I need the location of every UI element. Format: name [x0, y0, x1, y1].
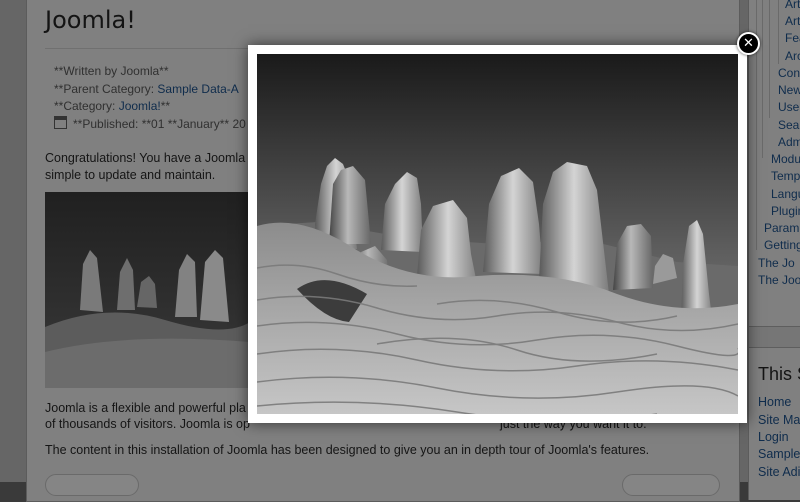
- menu-tree-line: [762, 0, 763, 158]
- body-paragraph-line-1: Joomla is a flexible and powerful pla: [45, 401, 246, 415]
- sidebar-menu-item[interactable]: Fea: [785, 31, 800, 45]
- module-link-site-map[interactable]: Site Ma: [758, 413, 800, 427]
- sidebar-menu-item[interactable]: Param: [764, 221, 799, 235]
- sidebar-menu-item[interactable]: Modu: [771, 152, 800, 166]
- sidebar-menu-item[interactable]: New: [778, 83, 800, 97]
- next-article-button[interactable]: [622, 474, 720, 496]
- sidebar-menu-item[interactable]: Plugin: [771, 204, 800, 218]
- menu-tree-line: [778, 0, 779, 64]
- sidebar-menu-item[interactable]: Adm: [778, 135, 800, 149]
- module-title: This S: [758, 364, 800, 384]
- close-icon[interactable]: ✕: [737, 32, 760, 55]
- previous-article-button[interactable]: [45, 474, 139, 496]
- body-paragraph-line-2: of thousands of visitors. Joomla is op: [45, 417, 250, 431]
- pinnacles-photo: [257, 54, 738, 414]
- menu-tree-line: [769, 0, 770, 118]
- module-link-login[interactable]: Login: [758, 430, 789, 444]
- sidebar-menu-item[interactable]: Sea: [778, 118, 799, 132]
- sidebar-menu-item[interactable]: Art: [785, 0, 800, 11]
- sidebar-menu-item[interactable]: The Joo: [758, 273, 800, 287]
- sidebar-menu-item[interactable]: Temp: [771, 169, 800, 183]
- module-separator: [749, 326, 800, 348]
- module-link-home[interactable]: Home: [758, 395, 791, 409]
- module-link-sample[interactable]: Sample: [758, 447, 800, 461]
- sidebar-menu-item[interactable]: Arc: [785, 49, 800, 63]
- sidebar-menu-item[interactable]: The Jo: [758, 256, 795, 270]
- sidebar-menu-item[interactable]: Con: [778, 66, 800, 80]
- tour-paragraph: The content in this installation of Joom…: [45, 443, 650, 457]
- sidebar-menu-item[interactable]: Langu: [771, 187, 800, 201]
- module-link-site-admin[interactable]: Site Adi: [758, 465, 800, 479]
- lightbox-image[interactable]: [257, 54, 738, 414]
- sidebar-menu-item[interactable]: Art: [785, 14, 800, 28]
- sidebar-menu-item[interactable]: Getting: [764, 238, 800, 252]
- sidebar-menu-item[interactable]: Use: [778, 100, 799, 114]
